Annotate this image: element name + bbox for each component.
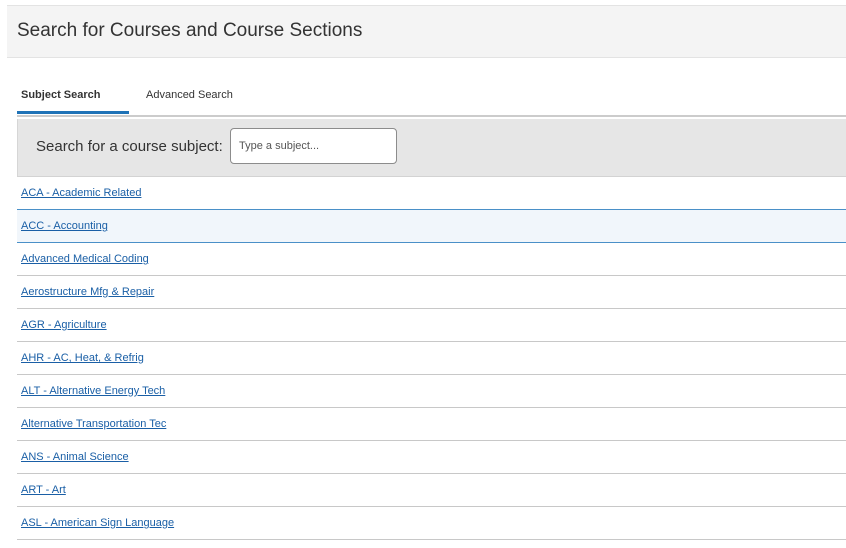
subject-search-input[interactable] [230,128,397,164]
subject-link[interactable]: ACC - Accounting [21,220,108,232]
tab-divider [17,115,846,117]
search-tabs: Subject Search Advanced Search [17,81,846,117]
subject-search-bar: Search for a course subject: [17,119,846,176]
subject-row[interactable]: ANS - Animal Science [17,441,846,474]
subject-link[interactable]: Advanced Medical Coding [21,253,149,265]
subject-link[interactable]: ACA - Academic Related [21,187,141,199]
subject-row[interactable]: ART - Art [17,474,846,507]
tab-subject-search[interactable]: Subject Search [17,81,129,114]
subject-row[interactable]: Aerostructure Mfg & Repair [17,276,846,309]
subject-link[interactable]: ART - Art [21,484,66,496]
subject-link[interactable]: ANS - Animal Science [21,451,129,463]
course-search-page: Search for Courses and Course Sections S… [0,0,846,548]
subject-link[interactable]: ASL - American Sign Language [21,517,174,529]
subject-search-label: Search for a course subject: [36,138,223,155]
subject-row[interactable]: Advanced Medical Coding [17,243,846,276]
subject-row[interactable]: AGR - Agriculture [17,309,846,342]
subject-row[interactable]: ACA - Academic Related [17,177,846,210]
subject-row[interactable]: ASL - American Sign Language [17,507,846,540]
subject-row[interactable]: ALT - Alternative Energy Tech [17,375,846,408]
subject-link[interactable]: Alternative Transportation Tec [21,418,166,430]
subject-link[interactable]: AGR - Agriculture [21,319,107,331]
tab-advanced-search[interactable]: Advanced Search [146,81,256,114]
subject-list: ACA - Academic Related ACC - Accounting Ad… [17,176,846,540]
subject-row[interactable]: Alternative Transportation Tec [17,408,846,441]
subject-link[interactable]: Aerostructure Mfg & Repair [21,286,154,298]
subject-row[interactable]: AHR - AC, Heat, & Refrig [17,342,846,375]
page-header: Search for Courses and Course Sections [7,5,846,58]
subject-link[interactable]: ALT - Alternative Energy Tech [21,385,165,397]
page-title: Search for Courses and Course Sections [17,20,363,41]
subject-link[interactable]: AHR - AC, Heat, & Refrig [21,352,144,364]
subject-row[interactable]: ACC - Accounting [17,209,846,243]
